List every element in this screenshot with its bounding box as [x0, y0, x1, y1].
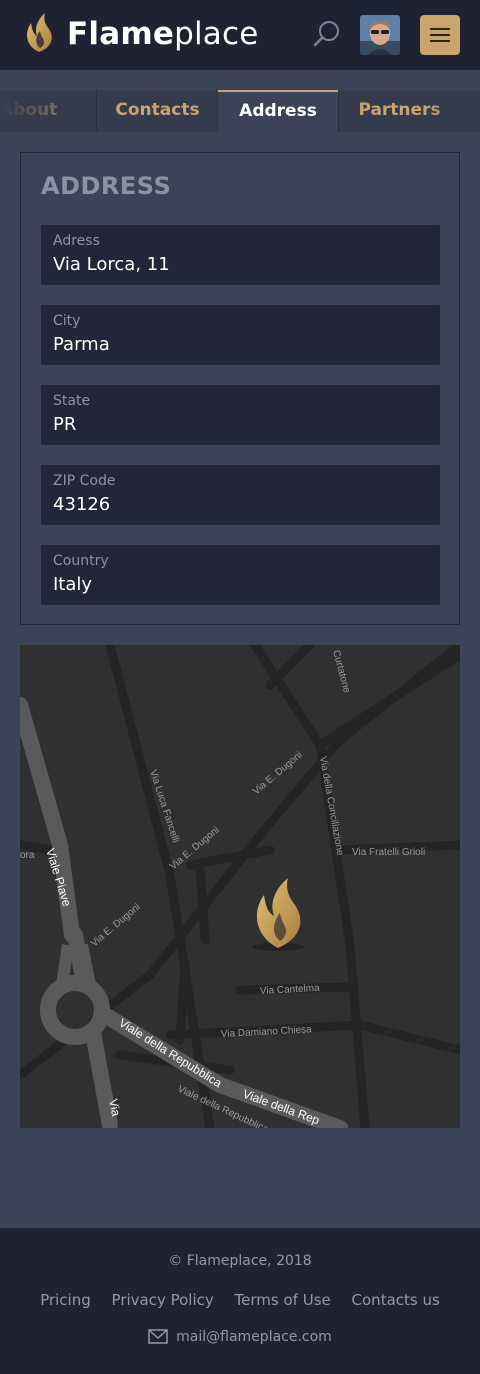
tab-address[interactable]: Address: [218, 90, 338, 132]
tab-about[interactable]: About: [0, 90, 96, 132]
footer-link-privacy-policy[interactable]: Privacy Policy: [112, 1291, 214, 1309]
footer-links: Pricing Privacy Policy Terms of Use Cont…: [0, 1291, 480, 1309]
user-avatar[interactable]: [360, 15, 400, 55]
field-label: Country: [53, 553, 109, 569]
footer-email[interactable]: mail@flameplace.com: [0, 1329, 480, 1345]
field-label: City: [53, 313, 81, 329]
map-label: ora: [20, 850, 35, 861]
menu-bar: [430, 28, 450, 30]
mail-icon: [148, 1329, 168, 1344]
address-card: ADDRESS Adress Via Lorca, 11 City Parma …: [20, 152, 460, 625]
zip-code-field[interactable]: ZIP Code 43126: [41, 465, 440, 525]
field-value: 43126: [53, 494, 111, 515]
field-value: Italy: [53, 574, 93, 595]
tab-partners[interactable]: Partners: [338, 90, 460, 132]
field-label: Adress: [53, 233, 100, 249]
tab-label: Partners: [358, 100, 441, 120]
map-label: Via Fratelli Grioli: [352, 847, 425, 858]
hamburger-menu-button[interactable]: [420, 15, 460, 55]
search-icon[interactable]: [312, 19, 342, 49]
address-field[interactable]: Adress Via Lorca, 11: [41, 225, 440, 285]
app-header: Flameplace: [0, 0, 480, 70]
field-label: ZIP Code: [53, 473, 116, 489]
field-value: Via Lorca, 11: [53, 254, 170, 275]
field-value: PR: [53, 414, 77, 435]
state-field[interactable]: State PR: [41, 385, 440, 445]
tab-label: About: [0, 100, 58, 120]
page-footer: © Flameplace, 2018 Pricing Privacy Polic…: [0, 1228, 480, 1374]
address-title: ADDRESS: [41, 172, 172, 200]
copyright-text: © Flameplace, 2018: [168, 1253, 312, 1269]
menu-bar: [430, 34, 450, 36]
footer-link-pricing[interactable]: Pricing: [40, 1291, 91, 1309]
email-address: mail@flameplace.com: [176, 1329, 332, 1345]
field-label: State: [53, 393, 91, 409]
city-field[interactable]: City Parma: [41, 305, 440, 365]
menu-bar: [430, 40, 450, 42]
tab-contacts[interactable]: Contacts: [96, 90, 218, 132]
flame-logo-icon[interactable]: [22, 11, 56, 53]
brand-light: place: [174, 16, 259, 52]
tab-label: Address: [239, 101, 317, 121]
tab-label: Contacts: [115, 100, 200, 120]
tab-bar: About Contacts Address Partners: [0, 90, 480, 132]
field-value: Parma: [53, 334, 110, 355]
brand-bold: Flame: [67, 16, 175, 52]
location-map[interactable]: Curtatone Via E. Dugoni Via Luca Fancell…: [20, 645, 460, 1128]
footer-link-terms-of-use[interactable]: Terms of Use: [235, 1291, 331, 1309]
brand-name[interactable]: Flameplace: [67, 14, 258, 54]
country-field[interactable]: Country Italy: [41, 545, 440, 605]
footer-link-contacts[interactable]: Contacts us: [352, 1291, 440, 1309]
